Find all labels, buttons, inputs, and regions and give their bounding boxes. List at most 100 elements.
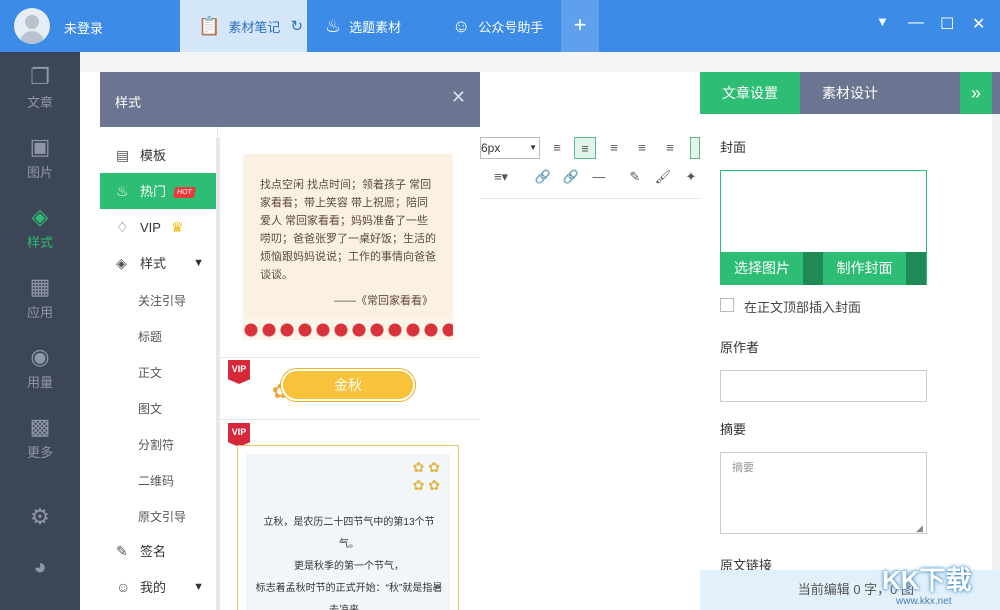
nav-label: 更多 xyxy=(26,445,53,460)
hot-badge: HOT xyxy=(173,187,196,199)
font-size-select[interactable]: 6px ▼ xyxy=(480,137,540,159)
left-nav: ❐ 文章 ▣ 图片 ◈ 样式 ▦ 应用 ◉ 用量 ▩ 更多 ⚙ ◕ xyxy=(0,52,80,610)
menu-label: 我的 xyxy=(140,580,167,595)
toolbar-bottom-line xyxy=(480,198,700,199)
menu-vip[interactable]: ♢ VIP ♛ xyxy=(100,209,216,245)
caret-down-icon: ▼ xyxy=(193,581,204,593)
author-input[interactable] xyxy=(720,370,927,402)
refresh-icon[interactable]: ↻ xyxy=(290,17,303,35)
align-justify-icon[interactable]: ≡ xyxy=(659,137,681,159)
tab-label: 素材笔记 xyxy=(228,19,281,35)
select-image-button[interactable]: 选择图片 xyxy=(721,252,803,285)
dropdown-icon[interactable]: ▼ xyxy=(876,14,889,29)
minimize-button[interactable]: — xyxy=(908,14,924,32)
diamond-icon: ♢ xyxy=(116,219,129,235)
magic-wand-icon[interactable]: ✦ xyxy=(680,166,702,188)
submenu-title[interactable]: 标题 xyxy=(138,328,162,345)
make-cover-divider xyxy=(906,252,926,285)
brush-icon[interactable]: 🖌 xyxy=(652,166,674,188)
top-bar: 未登录 📋 素材笔记 ↻ ♨ 选题素材 ☺ 公众号助手 + ▼ — ☐ ✕ xyxy=(0,0,1000,52)
card-inner: ✿ ✿ ✿ ✿ 立秋，是农历二十四节气中的第13个节气。 更是秋季的第一个节气， … xyxy=(246,454,450,610)
pie-chart-icon: ◕ xyxy=(33,554,47,579)
card-text: 立秋，是农历二十四节气中的第13个节气。 更是秋季的第一个节气， 标志着孟秋时节… xyxy=(254,512,444,610)
nav-style[interactable]: ◈ 样式 xyxy=(0,204,80,251)
gear-icon: ⚙ xyxy=(30,504,50,529)
resize-handle-icon[interactable]: ◢ xyxy=(916,523,923,534)
style-panel-header: 样式 ✕ xyxy=(100,72,480,127)
nav-usage[interactable]: ◉ 用量 xyxy=(0,344,80,391)
login-status[interactable]: 未登录 xyxy=(64,18,103,37)
menu-hot[interactable]: ♨ 热门 HOT xyxy=(100,173,216,209)
menu-label: VIP xyxy=(140,220,161,235)
line-height-icon[interactable]: ≡ xyxy=(546,137,568,159)
flame-icon: ♨ xyxy=(325,15,342,36)
tab-topic-material[interactable]: ♨ 选题素材 xyxy=(307,0,434,52)
align-right-icon[interactable]: ≡ xyxy=(631,137,653,159)
nav-more[interactable]: ▩ 更多 xyxy=(0,414,80,461)
add-tab-button[interactable]: + xyxy=(561,0,599,52)
style-menu: ▤ 模板 ♨ 热门 HOT ♢ VIP ♛ ◈ 样式 ▼ 关注引导 标题 正文 图文 分割符 … xyxy=(100,127,218,610)
fire-icon: ♨ xyxy=(116,183,129,199)
tab-wechat-assistant[interactable]: ☺ 公众号助手 xyxy=(434,0,561,52)
style-card-poem[interactable]: 找点空闲 找点时间；领着孩子 常回家看看；带上笑容 带上祝愿；陪同爱人 常回家看… xyxy=(243,154,453,340)
menu-label: 签名 xyxy=(140,544,167,559)
card-line: 标志着孟秋时节的正式开始：“秋”就是指暑去凉来。 xyxy=(255,583,443,610)
caret-down-icon: ▼ xyxy=(529,143,537,152)
menu-label: 热门 xyxy=(140,184,167,199)
maximize-button[interactable]: ☐ xyxy=(940,14,954,34)
nav-image[interactable]: ▣ 图片 xyxy=(0,134,80,181)
align-left-icon[interactable]: ≡ xyxy=(574,137,596,159)
avatar[interactable] xyxy=(14,8,50,44)
notebook-icon: 📋 xyxy=(198,15,221,36)
format-toggle-icon[interactable] xyxy=(690,137,700,159)
style-card-autumn[interactable]: ✿ ✿ ✿ ✿ 立秋，是农历二十四节气中的第13个节气。 更是秋季的第一个节气， … xyxy=(237,445,459,610)
insert-cover-checkbox[interactable] xyxy=(720,298,734,312)
submenu-follow-guide[interactable]: 关注引导 xyxy=(138,292,186,309)
insert-cover-label: 在正文顶部插入封面 xyxy=(744,300,862,315)
submenu-original-link[interactable]: 原文引导 xyxy=(138,508,186,525)
editor-area[interactable] xyxy=(480,127,700,610)
menu-style[interactable]: ◈ 样式 ▼ xyxy=(100,245,216,281)
layers-icon: ◈ xyxy=(31,204,49,229)
style-card-title-pill[interactable]: 金秋 xyxy=(281,369,415,401)
eraser-icon[interactable]: ✎ xyxy=(624,166,646,188)
menu-mine[interactable]: ☺ 我的 ▼ xyxy=(100,569,216,605)
right-panel-scrollbar[interactable] xyxy=(992,114,1000,610)
tab-article-settings[interactable]: 文章设置 xyxy=(700,72,800,114)
user-icon: ☺ xyxy=(116,579,131,595)
unlink-icon[interactable]: 🔗 xyxy=(560,166,582,188)
submenu-image-text[interactable]: 图文 xyxy=(138,400,162,417)
tab-material-design[interactable]: 素材设计 xyxy=(822,72,878,114)
watermark-logo: KK下载 www.kkx.net xyxy=(860,560,1000,610)
nav-article[interactable]: ❐ 文章 xyxy=(0,64,80,111)
caret-down-icon: ▼ xyxy=(193,257,204,269)
divider xyxy=(220,357,480,358)
tab-label: 公众号助手 xyxy=(478,19,544,35)
close-icon[interactable]: ✕ xyxy=(451,87,466,108)
expand-panel-icon[interactable]: » xyxy=(960,72,992,114)
box-icon: ▦ xyxy=(29,274,51,299)
nav-apps[interactable]: ▦ 应用 xyxy=(0,274,80,321)
divider xyxy=(220,419,480,420)
tab-material-notes[interactable]: 📋 素材笔记 ↻ xyxy=(180,0,307,52)
menu-label: 样式 xyxy=(140,256,167,271)
stats-button[interactable]: ◕ xyxy=(0,554,80,582)
menu-template[interactable]: ▤ 模板 xyxy=(100,137,216,173)
submenu-body[interactable]: 正文 xyxy=(138,364,162,381)
nav-label: 文章 xyxy=(26,95,53,110)
vip-badge: VIP xyxy=(228,360,250,384)
list-icon[interactable]: ≡▾ xyxy=(486,166,516,188)
nav-label: 应用 xyxy=(26,305,53,320)
make-cover-button[interactable]: 制作封面 xyxy=(823,252,906,285)
align-center-icon[interactable]: ≡ xyxy=(603,137,625,159)
link-icon[interactable]: 🔗 xyxy=(532,166,554,188)
vip-badge: VIP xyxy=(228,423,250,447)
submenu-separator[interactable]: 分割符 xyxy=(138,436,174,453)
close-button[interactable]: ✕ xyxy=(972,14,985,34)
horizontal-rule-icon[interactable]: — xyxy=(588,166,610,188)
nav-label: 用量 xyxy=(26,375,53,390)
settings-button[interactable]: ⚙ xyxy=(0,504,80,532)
ginkgo-leaves-icon: ✿ ✿ ✿ ✿ xyxy=(412,459,440,493)
submenu-qrcode[interactable]: 二维码 xyxy=(138,472,174,489)
menu-signature[interactable]: ✎ 签名 xyxy=(100,533,216,569)
